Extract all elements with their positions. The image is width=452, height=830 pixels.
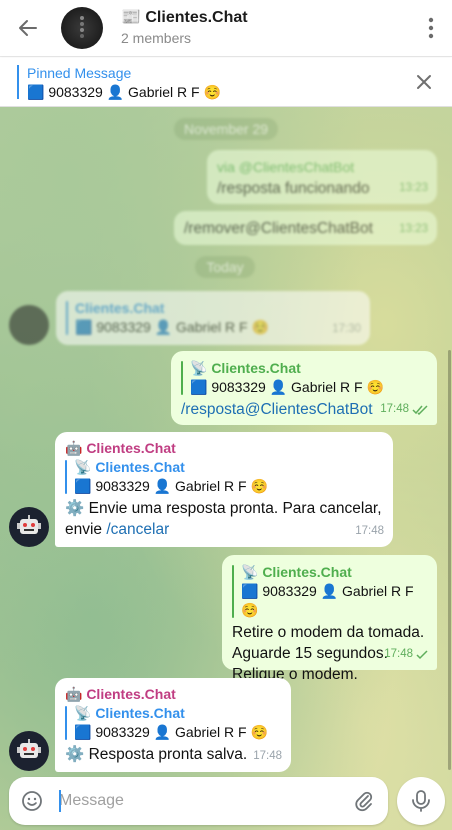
- faded-message: /remover@ClientesChatBot 13:23: [174, 211, 437, 245]
- reply-quote[interactable]: 📡 Clientes.Chat 🟦 9083329 👤 Gabriel R F …: [232, 563, 427, 620]
- message-time: 17:48: [253, 750, 282, 762]
- incoming-message[interactable]: 🤖 Clientes.Chat 📡 Clientes.Chat 🟦 908332…: [55, 678, 291, 772]
- chat-title: 📰 Clientes.Chat: [121, 9, 248, 26]
- chat-header: 📰 Clientes.Chat 2 members: [0, 0, 452, 57]
- message-composer: [9, 777, 388, 825]
- back-button[interactable]: [12, 14, 44, 42]
- outgoing-message[interactable]: 📡 Clientes.Chat 🟦 9083329 👤 Gabriel R F …: [222, 555, 437, 683]
- reply-quote[interactable]: 📡 Clientes.Chat 🟦 9083329 👤 Gabriel R F …: [181, 359, 427, 397]
- message-text: /resposta funcionando: [217, 180, 370, 197]
- reply-text: 🟦 9083329 👤 Gabriel R F ☺️: [241, 583, 414, 618]
- traffic-light-icon: [80, 16, 84, 38]
- pinned-message-bar[interactable]: Pinned Message 🟦 9083329 👤 Gabriel R F ☺…: [0, 58, 452, 107]
- arrow-left-icon: [19, 20, 37, 36]
- message-time: 13:23: [399, 223, 428, 235]
- via-label: via @ClientesChatBot: [217, 159, 355, 175]
- microphone-icon: [412, 790, 430, 812]
- reply-name: 📡 Clientes.Chat: [74, 705, 185, 721]
- message-time: 17:48: [380, 403, 409, 415]
- reply-text: 🟦 9083329 👤 Gabriel R F ☺️: [190, 379, 384, 395]
- more-options-icon[interactable]: [428, 16, 434, 40]
- message-text: /remover@ClientesChatBot: [184, 220, 373, 237]
- reply-name: 📡 Clientes.Chat: [74, 459, 185, 475]
- reply-text: 🟦 9083329 👤 Gabriel R F ☺️: [74, 478, 268, 494]
- faded-message: via @ClientesChatBot /resposta funcionan…: [207, 150, 437, 204]
- reply-name: 📡 Clientes.Chat: [241, 564, 352, 580]
- microphone-button[interactable]: [397, 777, 445, 825]
- avatar[interactable]: [9, 305, 49, 345]
- smiley-icon[interactable]: [21, 790, 43, 812]
- message-time: 13:23: [399, 182, 428, 194]
- reply-quote: Clientes.Chat 🟦 9083329 👤 Gabriel R F ☺️: [66, 299, 360, 337]
- pinned-accent-bar: [17, 65, 19, 99]
- sender-name[interactable]: 🤖 Clientes.Chat: [65, 685, 281, 703]
- bot-avatar[interactable]: [9, 507, 49, 547]
- message-meta: 17:48: [380, 399, 428, 420]
- chat-title-area[interactable]: 📰 Clientes.Chat 2 members: [121, 9, 248, 46]
- message-time: 17:48: [355, 525, 384, 537]
- bot-avatar[interactable]: [9, 731, 49, 771]
- reply-quote[interactable]: 📡 Clientes.Chat 🟦 9083329 👤 Gabriel R F …: [65, 458, 383, 496]
- chat-avatar[interactable]: [61, 7, 103, 49]
- outgoing-message[interactable]: 📡 Clientes.Chat 🟦 9083329 👤 Gabriel R F …: [171, 351, 437, 425]
- message-text: ⚙️ Resposta pronta salva.: [65, 746, 248, 763]
- check-icon: [416, 649, 428, 659]
- text-caret: [59, 790, 61, 812]
- message-text: ⚙️ Envie uma resposta pronta. Para cance…: [65, 498, 383, 540]
- member-count: 2 members: [121, 30, 192, 46]
- close-icon[interactable]: [416, 74, 432, 90]
- date-pill: Today: [195, 256, 255, 278]
- double-check-icon: [412, 404, 428, 415]
- date-pill: November 29: [174, 118, 278, 140]
- incoming-message[interactable]: 🤖 Clientes.Chat 📡 Clientes.Chat 🟦 908332…: [55, 432, 393, 547]
- pinned-text: 🟦 9083329 👤 Gabriel R F ☺️: [27, 84, 221, 100]
- cancel-command-link[interactable]: /cancelar: [106, 521, 169, 538]
- reply-text: 🟦 9083329 👤 Gabriel R F ☺️: [75, 319, 269, 335]
- message-line: Retire o modem da tomada.: [232, 624, 425, 641]
- message-meta: 17:48: [384, 644, 428, 665]
- robot-icon: [17, 515, 41, 534]
- reply-text: 🟦 9083329 👤 Gabriel R F ☺️: [74, 724, 268, 740]
- robot-icon: [17, 739, 41, 758]
- paperclip-icon[interactable]: [352, 789, 376, 813]
- reply-quote[interactable]: 📡 Clientes.Chat 🟦 9083329 👤 Gabriel R F …: [65, 704, 281, 742]
- message-time: 17:30: [332, 323, 361, 335]
- scrollbar[interactable]: [448, 350, 451, 770]
- pinned-label: Pinned Message: [27, 65, 132, 81]
- message-time: 17:48: [384, 648, 413, 660]
- reply-name: 📡 Clientes.Chat: [190, 360, 301, 376]
- sender-name[interactable]: 🤖 Clientes.Chat: [65, 439, 383, 457]
- faded-message: Clientes.Chat 🟦 9083329 👤 Gabriel R F ☺️…: [56, 291, 370, 345]
- chat-area[interactable]: November 29 via @ClientesChatBot /respos…: [0, 107, 452, 830]
- reply-name: Clientes.Chat: [75, 300, 165, 316]
- message-input[interactable]: [59, 789, 339, 813]
